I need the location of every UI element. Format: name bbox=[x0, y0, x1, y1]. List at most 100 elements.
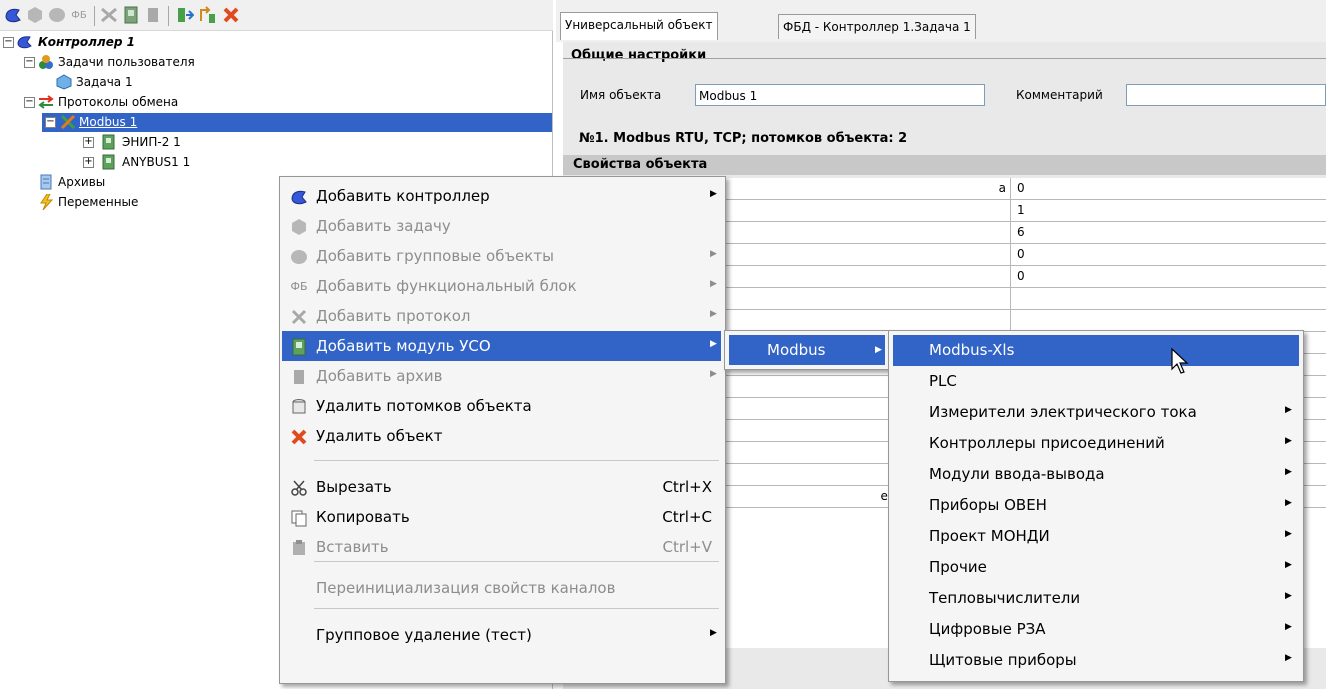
add-controller-icon[interactable] bbox=[4, 6, 22, 24]
menu-item-label: Добавить функциональный блок bbox=[316, 277, 577, 295]
menu-item-add-group-objects[interactable]: Добавить групповые объекты ▶ bbox=[282, 241, 721, 271]
menu-item-add-protocol[interactable]: Добавить протокол ▶ bbox=[282, 301, 721, 331]
menu-item-device-group[interactable]: Контроллеры присоединений ▶ bbox=[893, 428, 1299, 459]
menu-item-delete-children[interactable]: Удалить потомков объекта bbox=[282, 391, 721, 421]
expand-icon[interactable]: + bbox=[83, 157, 94, 168]
chevron-right-icon: ▶ bbox=[710, 628, 717, 638]
menu-item-device-group[interactable]: Цифровые РЗА ▶ bbox=[893, 614, 1299, 645]
menu-item-copy[interactable]: Копировать Ctrl+C bbox=[282, 502, 721, 532]
menu-item-add-task[interactable]: Добавить задачу bbox=[282, 211, 721, 241]
transfer-icon[interactable] bbox=[198, 6, 216, 24]
controller-icon bbox=[17, 34, 33, 50]
object-info: №1. Modbus RTU, TCP; потомков объекта: 2 bbox=[579, 131, 908, 146]
menu-item-add-archive[interactable]: Добавить архив ▶ bbox=[282, 361, 721, 391]
chevron-right-icon: ▶ bbox=[1285, 591, 1292, 601]
menu-item-device-group[interactable]: Modbus-Xls bbox=[893, 335, 1299, 366]
tree-node-controller[interactable]: Контроллер 1 bbox=[38, 32, 135, 52]
menu-item-add-controller[interactable]: Добавить контроллер ▶ bbox=[282, 181, 721, 211]
lightning-icon bbox=[38, 193, 54, 211]
add-protocol-icon[interactable] bbox=[100, 6, 118, 24]
menu-shortcut: Ctrl+X bbox=[662, 478, 712, 496]
tree-node-enip[interactable]: ЭНИП-2 1 bbox=[122, 132, 181, 152]
menu-item-add-io-module[interactable]: Добавить модуль УСО ▶ bbox=[282, 331, 721, 361]
property-value[interactable] bbox=[1011, 288, 1017, 309]
menu-item-label: Проект МОНДИ bbox=[929, 527, 1050, 545]
function-block-icon[interactable]: ФБ bbox=[70, 6, 88, 24]
tree-node-modbus[interactable]: Modbus 1 bbox=[79, 112, 137, 132]
tree-node-anybus[interactable]: ANYBUS1 1 bbox=[122, 152, 190, 172]
chevron-right-icon: ▶ bbox=[710, 369, 717, 379]
menu-item-device-group[interactable]: Проект МОНДИ ▶ bbox=[893, 521, 1299, 552]
tree-node-archives[interactable]: Архивы bbox=[58, 172, 105, 192]
menu-item-group-delete[interactable]: Групповое удаление (тест) ▶ bbox=[282, 620, 721, 650]
menu-item-device-group[interactable]: PLC bbox=[893, 366, 1299, 397]
chevron-right-icon: ▶ bbox=[710, 249, 717, 259]
menu-item-device-group[interactable]: Прочие ▶ bbox=[893, 552, 1299, 583]
menu-item-label: Удалить объект bbox=[316, 427, 443, 445]
menu-item-device-group[interactable]: Щитовые приборы ▶ bbox=[893, 645, 1299, 676]
property-value[interactable] bbox=[1011, 310, 1017, 331]
tree-node-protocols[interactable]: Протоколы обмена bbox=[58, 92, 178, 112]
menu-item-device-group[interactable]: Приборы ОВЕН ▶ bbox=[893, 490, 1299, 521]
collapse-icon[interactable]: − bbox=[3, 37, 14, 48]
chevron-right-icon: ▶ bbox=[1285, 560, 1292, 570]
add-task-icon[interactable] bbox=[26, 6, 44, 24]
tree-node-task1[interactable]: Задача 1 bbox=[76, 72, 133, 92]
property-value[interactable]: 0 bbox=[1011, 178, 1025, 199]
menu-item-label: Цифровые РЗА bbox=[929, 620, 1046, 638]
tree-node-variables[interactable]: Переменные bbox=[58, 192, 138, 212]
menu-item-device-group[interactable]: Модули ввода-вывода ▶ bbox=[893, 459, 1299, 490]
expand-icon[interactable]: + bbox=[83, 137, 94, 148]
menu-item-cut[interactable]: Вырезать Ctrl+X bbox=[282, 472, 721, 502]
context-menu: Добавить контроллер ▶ Добавить задачу Добав… bbox=[279, 176, 726, 684]
menu-item-reinit-channels[interactable]: Переинициализация свойств каналов bbox=[282, 573, 721, 603]
chevron-right-icon: ▶ bbox=[710, 339, 717, 349]
menu-item-label: Копировать bbox=[316, 508, 410, 526]
chevron-right-icon: ▶ bbox=[1285, 622, 1292, 632]
archive-icon bbox=[38, 174, 54, 190]
clear-children-icon bbox=[290, 398, 308, 416]
main-toolbar: ФБ bbox=[0, 0, 553, 31]
menu-item-label: PLC bbox=[929, 372, 957, 390]
tree-node-user-tasks[interactable]: Задачи пользователя bbox=[58, 52, 195, 72]
menu-separator bbox=[314, 608, 719, 609]
protocol-node-icon bbox=[60, 114, 76, 130]
move-icon[interactable] bbox=[176, 6, 194, 24]
property-value[interactable]: 0 bbox=[1011, 266, 1025, 287]
chevron-right-icon: ▶ bbox=[1285, 498, 1292, 508]
menu-item-modbus[interactable]: Modbus ▶ bbox=[729, 335, 885, 365]
property-value[interactable]: 1 bbox=[1011, 200, 1025, 221]
chevron-right-icon: ▶ bbox=[1285, 405, 1292, 415]
menu-item-device-group[interactable]: Измерители электрического тока ▶ bbox=[893, 397, 1299, 428]
menu-item-device-group[interactable]: Тепловычислители ▶ bbox=[893, 583, 1299, 614]
delete-icon[interactable] bbox=[222, 6, 240, 24]
chevron-right-icon: ▶ bbox=[710, 189, 717, 199]
protocols-icon bbox=[38, 94, 54, 110]
collapse-icon[interactable]: − bbox=[45, 117, 56, 128]
menu-item-paste[interactable]: Вставить Ctrl+V bbox=[282, 532, 721, 562]
tab-fbd[interactable]: ФБД - Контроллер 1.Задача 1 bbox=[778, 14, 976, 39]
add-archive-icon bbox=[290, 368, 308, 386]
property-value[interactable]: 6 bbox=[1011, 222, 1025, 243]
menu-item-delete-object[interactable]: Удалить объект bbox=[282, 421, 721, 451]
add-group-icon[interactable] bbox=[48, 6, 66, 24]
property-value[interactable]: 0 bbox=[1011, 244, 1025, 265]
add-archive-icon[interactable] bbox=[144, 6, 162, 24]
module-icon bbox=[100, 154, 116, 170]
toolbar-separator bbox=[94, 6, 95, 26]
menu-item-label: Групповое удаление (тест) bbox=[316, 626, 532, 644]
submenu-modbus: Modbus ▶ bbox=[724, 330, 890, 370]
add-task-icon bbox=[290, 218, 308, 236]
menu-item-add-function-block[interactable]: ФБ Добавить функциональный блок ▶ bbox=[282, 271, 721, 301]
collapse-icon[interactable]: − bbox=[24, 97, 35, 108]
add-module-icon[interactable] bbox=[122, 6, 140, 24]
chevron-right-icon: ▶ bbox=[1285, 467, 1292, 477]
object-name-field[interactable]: Modbus 1 bbox=[695, 84, 985, 106]
chevron-right-icon: ▶ bbox=[1285, 653, 1292, 663]
collapse-icon[interactable]: − bbox=[24, 57, 35, 68]
tab-universal-object[interactable]: Универсальный объект bbox=[560, 12, 718, 40]
menu-item-label: Переинициализация свойств каналов bbox=[316, 579, 616, 597]
group-border bbox=[563, 58, 1326, 59]
menu-item-label: Добавить задачу bbox=[316, 217, 451, 235]
comment-field[interactable] bbox=[1126, 84, 1326, 106]
